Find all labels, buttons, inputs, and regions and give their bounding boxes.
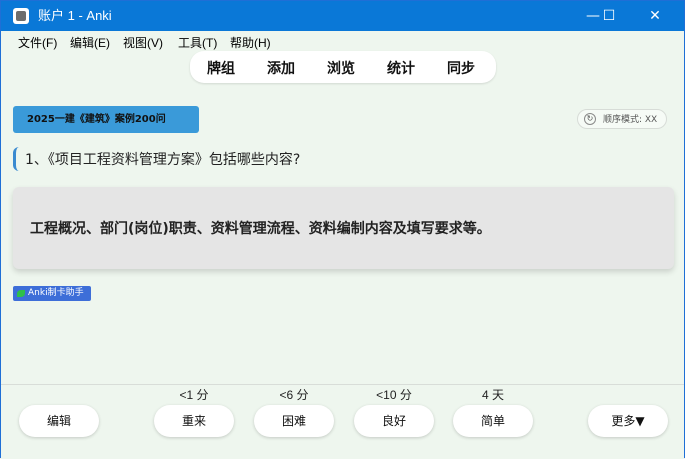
toolbar-sync[interactable]: 同步 bbox=[447, 58, 475, 78]
anki-helper-badge[interactable]: Anki制卡助手 bbox=[13, 286, 91, 301]
easy-button[interactable]: 简单 bbox=[453, 405, 533, 437]
window-title: 账户 1 - Anki bbox=[38, 8, 112, 23]
leaf-icon bbox=[17, 290, 25, 297]
deck-tag-label: 2025一建《建筑》案例200问 bbox=[27, 114, 166, 125]
menu-file[interactable]: 文件(F) bbox=[18, 34, 57, 51]
main-toolbar: 牌组 添加 浏览 统计 同步 bbox=[190, 51, 496, 83]
answer-bar bbox=[1, 384, 684, 459]
menu-view[interactable]: 视图(V) bbox=[123, 34, 163, 51]
helper-badge-label: Anki制卡助手 bbox=[28, 288, 84, 298]
edit-button[interactable]: 编辑 bbox=[19, 405, 99, 437]
maximize-button[interactable]: ☐ bbox=[586, 1, 632, 31]
question-accent-bar bbox=[13, 147, 20, 171]
hard-button[interactable]: 困难 bbox=[254, 405, 334, 437]
menu-edit[interactable]: 编辑(E) bbox=[70, 34, 110, 51]
toolbar-decks[interactable]: 牌组 bbox=[207, 58, 235, 78]
order-mode-label: 顺序模式: XX bbox=[603, 115, 658, 125]
answer-card: 工程概况、部门(岗位)职责、资料管理流程、资料编制内容及填写要求等。 bbox=[13, 187, 674, 269]
toolbar-stats[interactable]: 统计 bbox=[387, 58, 415, 78]
deck-tag: 2025一建《建筑》案例200问 bbox=[13, 106, 199, 133]
interval-good: <10 分 bbox=[376, 388, 412, 402]
interval-hard: <6 分 bbox=[279, 388, 309, 402]
again-button[interactable]: 重来 bbox=[154, 405, 234, 437]
menu-tools[interactable]: 工具(T) bbox=[178, 34, 217, 51]
answer-text: 工程概况、部门(岗位)职责、资料管理流程、资料编制内容及填写要求等。 bbox=[30, 221, 491, 237]
menu-bar: 文件(F) 编辑(E) 视图(V) 工具(T) 帮助(H) bbox=[1, 31, 684, 51]
order-mode-button[interactable]: ↻ 顺序模式: XX bbox=[577, 109, 667, 129]
anki-app-icon bbox=[13, 8, 29, 24]
toolbar-browse[interactable]: 浏览 bbox=[327, 58, 355, 78]
question-text: 1、《项目工程资料管理方案》包括哪些内容? bbox=[25, 152, 301, 168]
refresh-icon: ↻ bbox=[584, 113, 596, 125]
interval-easy: 4 天 bbox=[481, 388, 504, 402]
menu-help[interactable]: 帮助(H) bbox=[230, 34, 271, 51]
close-button[interactable]: ✕ bbox=[632, 1, 678, 31]
title-bar[interactable]: 账户 1 - Anki — ☐ ✕ bbox=[1, 1, 684, 31]
toolbar-add[interactable]: 添加 bbox=[267, 58, 295, 78]
interval-again: <1 分 bbox=[179, 388, 209, 402]
anki-window: 账户 1 - Anki — ☐ ✕ 文件(F) 编辑(E) 视图(V) 工具(T… bbox=[0, 0, 685, 459]
more-button[interactable]: 更多▼ bbox=[588, 405, 668, 437]
good-button[interactable]: 良好 bbox=[354, 405, 434, 437]
